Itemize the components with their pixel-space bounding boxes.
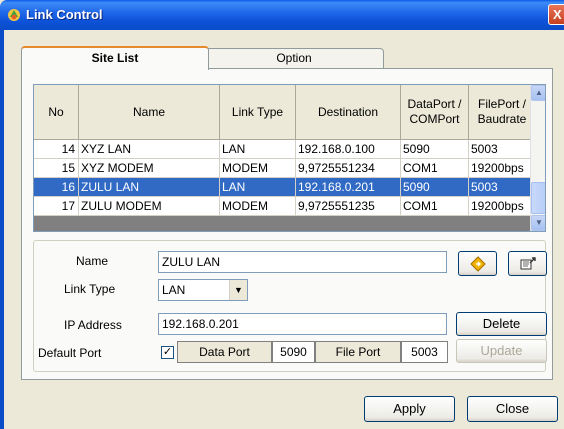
row-no: 15 [34,158,79,178]
column-header-dataport[interactable]: DataPort / COMPort [400,85,469,140]
column-header-fileport[interactable]: FilePort / Baudrate [468,85,536,140]
row-link-type: LAN [219,177,296,197]
data-port-label: Data Port [177,341,272,363]
diamond-icon [469,256,486,272]
row-name: XYZ MODEM [78,158,220,178]
site-list-grid[interactable]: No Name Link Type Destination DataPort /… [33,84,546,232]
row-destination: 9,9725551234 [295,158,401,178]
update-button[interactable]: Update [456,339,547,363]
row-destination: 192.168.0.100 [295,139,401,159]
ip-address-field[interactable]: 192.168.0.201 [158,313,447,335]
row-no: 17 [34,196,79,216]
window-frame [0,30,4,429]
favorite-button[interactable] [458,251,497,276]
table-row[interactable]: 14 XYZ LAN LAN 192.168.0.100 5090 5003 [34,139,536,159]
row-link-type: MODEM [219,196,296,216]
link-type-select[interactable]: LAN ▼ [158,279,248,301]
table-row[interactable]: 15 XYZ MODEM MODEM 9,9725551234 COM1 192… [34,158,536,178]
row-no: 16 [34,177,79,197]
link-type-label: Link Type [64,282,116,296]
tab-site-list[interactable]: Site List [21,46,209,70]
delete-button[interactable]: Delete [456,312,547,336]
row-fileport: 19200bps [468,196,536,216]
row-name: XYZ LAN [78,139,220,159]
app-icon [8,9,20,21]
row-fileport: 5003 [468,139,536,159]
row-no: 14 [34,139,79,159]
row-dataport: 5090 [400,177,469,197]
scrollbar-thumb[interactable] [531,182,545,214]
column-header-link-type[interactable]: Link Type [219,85,296,140]
column-header-destination[interactable]: Destination [295,85,401,140]
scroll-up-icon[interactable]: ▲ [531,85,545,101]
window-close-button[interactable]: X [548,4,564,25]
row-dataport: 5090 [400,139,469,159]
row-fileport: 19200bps [468,158,536,178]
scroll-down-icon[interactable]: ▼ [531,215,545,231]
link-type-value: LAN [162,283,186,297]
row-link-type: MODEM [219,158,296,178]
folder-icon [520,257,536,270]
column-header-no[interactable]: No [34,85,79,140]
chevron-down-icon[interactable]: ▼ [229,280,247,300]
row-dataport: COM1 [400,158,469,178]
window-title: Link Control [26,7,103,22]
browse-button[interactable] [508,251,547,276]
name-label: Name [76,254,109,268]
file-port-label: File Port [315,341,401,363]
row-link-type: LAN [219,139,296,159]
row-name: ZULU LAN [78,177,220,197]
column-header-name[interactable]: Name [78,85,220,140]
default-port-checkbox[interactable]: ✓ [161,346,174,359]
row-destination: 9,9725551235 [295,196,401,216]
row-fileport: 5003 [468,177,536,197]
table-row-selected[interactable]: 16 ZULU LAN LAN 192.168.0.201 5090 5003 [34,177,536,197]
file-port-value: 5003 [401,341,448,363]
row-name: ZULU MODEM [78,196,220,216]
tab-option[interactable]: Option [204,48,384,69]
name-field[interactable]: ZULU LAN [158,251,447,273]
ip-address-label: IP Address [64,318,122,332]
grid-scrollbar[interactable]: ▲ ▼ [530,85,545,231]
row-dataport: COM1 [400,196,469,216]
apply-button[interactable]: Apply [364,396,455,422]
title-bar: Link Control X [0,0,564,30]
close-button[interactable]: Close [467,396,558,422]
table-row[interactable]: 17 ZULU MODEM MODEM 9,9725551235 COM1 19… [34,196,536,216]
row-destination: 192.168.0.201 [295,177,401,197]
default-port-label: Default Port [38,346,102,360]
data-port-value: 5090 [272,341,315,363]
